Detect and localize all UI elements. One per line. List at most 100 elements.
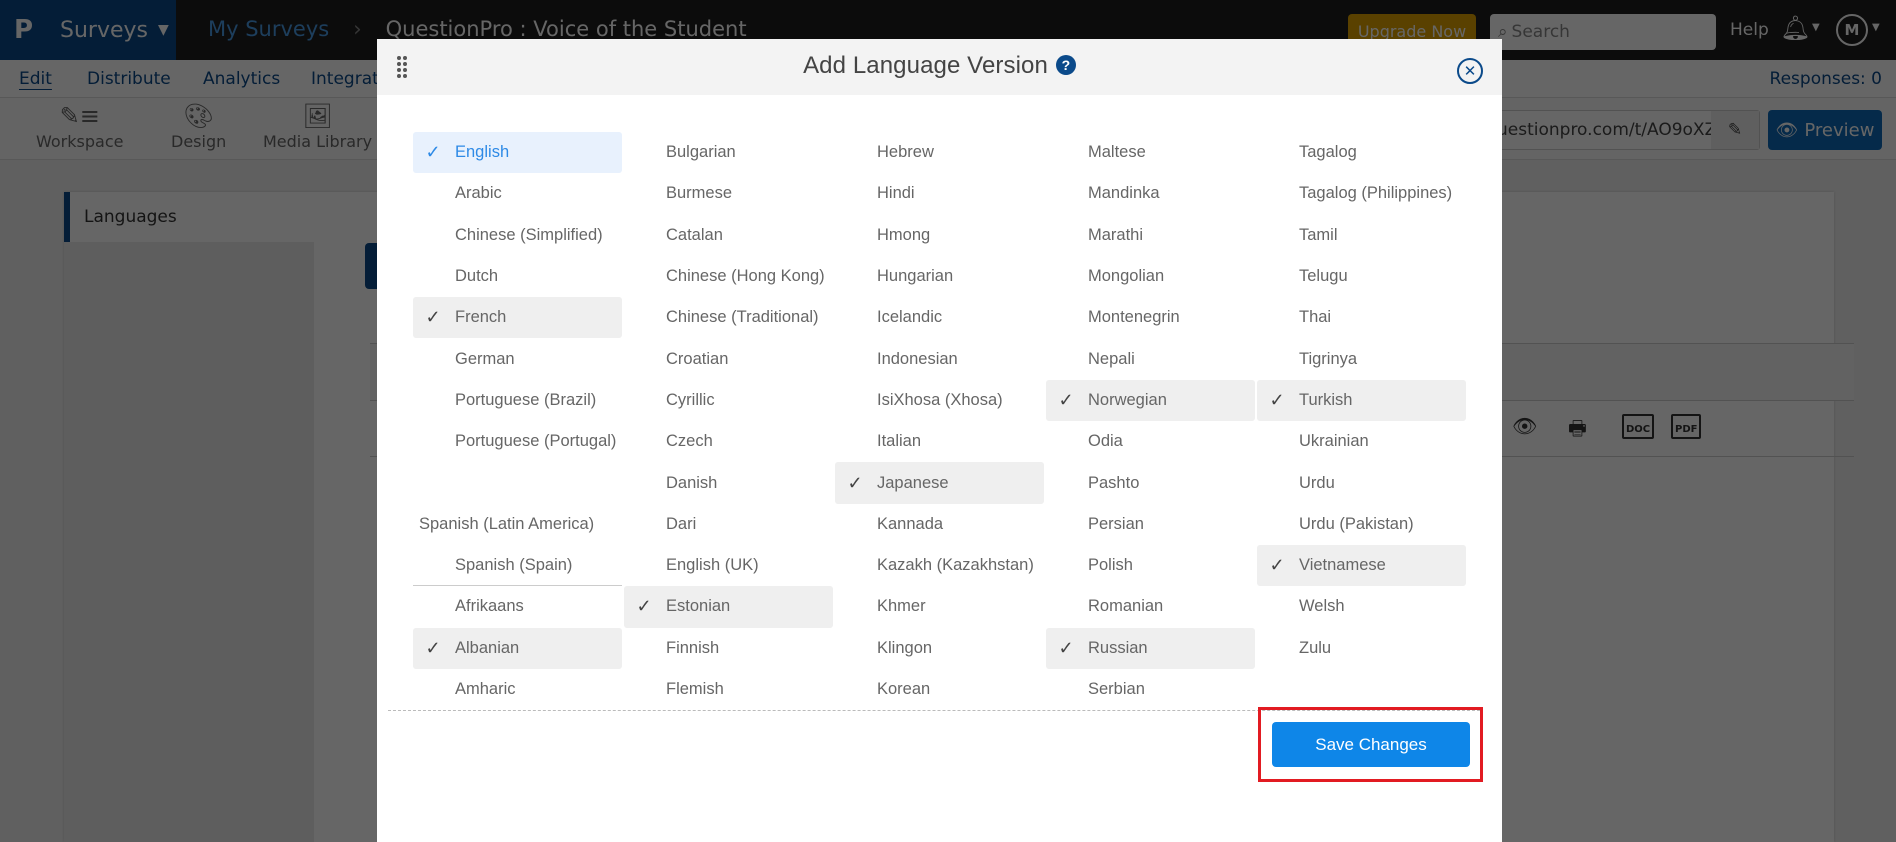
language-label: Italian xyxy=(877,432,922,451)
language-option[interactable]: Tigrinya xyxy=(1257,338,1466,379)
language-option[interactable]: Hmong xyxy=(835,215,1044,256)
language-option[interactable]: Ukrainian xyxy=(1257,421,1466,462)
language-option[interactable]: ✓ Vietnamese xyxy=(1257,544,1466,587)
language-option[interactable]: Mandinka xyxy=(1046,173,1255,214)
checkmark-icon: ✓ xyxy=(1058,637,1074,658)
language-option[interactable]: Bulgarian xyxy=(624,132,833,173)
language-label: Vietnamese xyxy=(1299,556,1386,575)
language-option[interactable]: Persian xyxy=(1046,504,1255,545)
language-option[interactable]: Cyrillic xyxy=(624,380,833,421)
language-label: Japanese xyxy=(877,473,949,492)
language-option[interactable]: German xyxy=(413,338,622,379)
language-label: Hebrew xyxy=(877,143,934,162)
language-option[interactable]: Hebrew xyxy=(835,132,1044,173)
language-label: Croatian xyxy=(666,349,729,368)
language-option[interactable]: ✓ Japanese xyxy=(835,462,1044,504)
language-label: Russian xyxy=(1088,638,1148,657)
language-option[interactable]: Icelandic xyxy=(835,297,1044,338)
language-option[interactable]: Spanish (Latin America) xyxy=(413,504,622,545)
language-option[interactable]: English (UK) xyxy=(624,545,833,586)
language-option[interactable]: Danish xyxy=(624,462,833,503)
language-option[interactable]: Italian xyxy=(835,421,1044,462)
language-label: Hindi xyxy=(877,184,915,203)
language-option[interactable]: Urdu xyxy=(1257,462,1466,503)
language-option[interactable]: Dutch xyxy=(413,256,622,297)
add-language-modal: Add Language Version? ✕ ✓ English Arabic Ch… xyxy=(377,39,1502,842)
language-option[interactable]: ✓ Estonian xyxy=(624,586,833,628)
language-label: Montenegrin xyxy=(1088,308,1180,327)
language-option[interactable]: Montenegrin xyxy=(1046,297,1255,338)
language-label: Mongolian xyxy=(1088,267,1165,286)
language-label: Urdu (Pakistan) xyxy=(1299,514,1414,533)
language-option[interactable]: Spanish (Spain) xyxy=(413,545,622,587)
language-option[interactable]: ✓ French xyxy=(413,297,622,339)
language-option[interactable]: Serbian xyxy=(1046,669,1255,710)
language-option[interactable]: Romanian xyxy=(1046,586,1255,627)
modal-title-text: Add Language Version xyxy=(803,52,1048,79)
language-option[interactable]: Indonesian xyxy=(835,338,1044,379)
language-option[interactable]: Tamil xyxy=(1257,215,1466,256)
language-option[interactable]: Flemish xyxy=(624,669,833,710)
language-option[interactable]: Hungarian xyxy=(835,256,1044,297)
language-label: Polish xyxy=(1088,556,1133,575)
language-option[interactable]: Zulu xyxy=(1257,628,1466,669)
language-option[interactable]: Urdu (Pakistan) xyxy=(1257,504,1466,545)
language-option[interactable]: Hindi xyxy=(835,173,1044,214)
language-option[interactable]: Chinese (Simplified) xyxy=(413,215,622,256)
language-label: Welsh xyxy=(1299,597,1345,616)
language-option[interactable]: Mongolian xyxy=(1046,256,1255,297)
language-option[interactable]: Finnish xyxy=(624,628,833,669)
language-label: Chinese (Hong Kong) xyxy=(666,267,825,286)
language-option[interactable]: Catalan xyxy=(624,215,833,256)
language-option[interactable]: Amharic xyxy=(413,669,622,710)
language-option[interactable]: Chinese (Hong Kong) xyxy=(624,256,833,297)
save-changes-button[interactable]: Save Changes xyxy=(1272,722,1470,767)
language-label: Dari xyxy=(666,514,697,533)
language-label: Icelandic xyxy=(877,308,943,327)
language-option[interactable]: Chinese (Traditional) xyxy=(624,297,833,338)
language-option[interactable]: Afrikaans xyxy=(413,586,622,627)
language-option[interactable]: Kazakh (Kazakhstan) xyxy=(835,545,1044,586)
language-label: Urdu xyxy=(1299,473,1335,492)
language-label: Mandinka xyxy=(1088,184,1160,203)
language-option[interactable]: ✓ Albanian xyxy=(413,627,622,669)
language-option[interactable]: Telugu xyxy=(1257,256,1466,297)
language-label: Czech xyxy=(666,432,713,451)
language-option[interactable]: Welsh xyxy=(1257,586,1466,627)
language-option[interactable]: Croatian xyxy=(624,338,833,379)
language-option[interactable]: Nepali xyxy=(1046,338,1255,379)
language-option[interactable]: Burmese xyxy=(624,173,833,214)
close-icon[interactable]: ✕ xyxy=(1457,58,1483,84)
language-option[interactable]: ✓ English xyxy=(413,132,622,174)
language-option[interactable]: Portuguese (Brazil) xyxy=(413,380,622,421)
language-option[interactable]: Czech xyxy=(624,421,833,462)
language-option[interactable]: Dari xyxy=(624,504,833,545)
language-option[interactable]: ✓ Russian xyxy=(1046,627,1255,669)
checkmark-icon: ✓ xyxy=(425,307,441,328)
language-option[interactable]: Pashto xyxy=(1046,462,1255,503)
language-option[interactable]: Marathi xyxy=(1046,215,1255,256)
language-option[interactable]: ✓ Norwegian xyxy=(1046,379,1255,422)
language-option[interactable]: Kannada xyxy=(835,504,1044,545)
language-label: Indonesian xyxy=(877,349,958,368)
language-option[interactable]: Tagalog xyxy=(1257,132,1466,173)
language-option[interactable]: Portuguese (Portugal) xyxy=(413,421,622,462)
language-option[interactable]: Thai xyxy=(1257,297,1466,338)
language-label: Chinese (Traditional) xyxy=(666,308,819,327)
language-option[interactable]: Klingon xyxy=(835,628,1044,669)
language-option[interactable]: Khmer xyxy=(835,586,1044,627)
language-column: Maltese Mandinka Marathi Mongolian Montenegr… xyxy=(1046,132,1255,710)
language-label: Arabic xyxy=(455,184,502,203)
checkmark-icon: ✓ xyxy=(847,472,863,493)
language-option[interactable]: Odia xyxy=(1046,421,1255,462)
language-option[interactable]: Korean xyxy=(835,669,1044,710)
language-option[interactable]: Arabic xyxy=(413,173,622,214)
language-label: Odia xyxy=(1088,432,1123,451)
language-option[interactable]: Tagalog (Philippines) xyxy=(1257,173,1466,214)
language-option[interactable]: IsiXhosa (Xhosa) xyxy=(835,380,1044,421)
language-option[interactable]: ✓ Turkish xyxy=(1257,379,1466,422)
help-icon[interactable]: ? xyxy=(1055,55,1076,75)
language-option[interactable]: Maltese xyxy=(1046,132,1255,173)
language-option[interactable]: Polish xyxy=(1046,545,1255,586)
checkmark-icon: ✓ xyxy=(425,142,441,163)
